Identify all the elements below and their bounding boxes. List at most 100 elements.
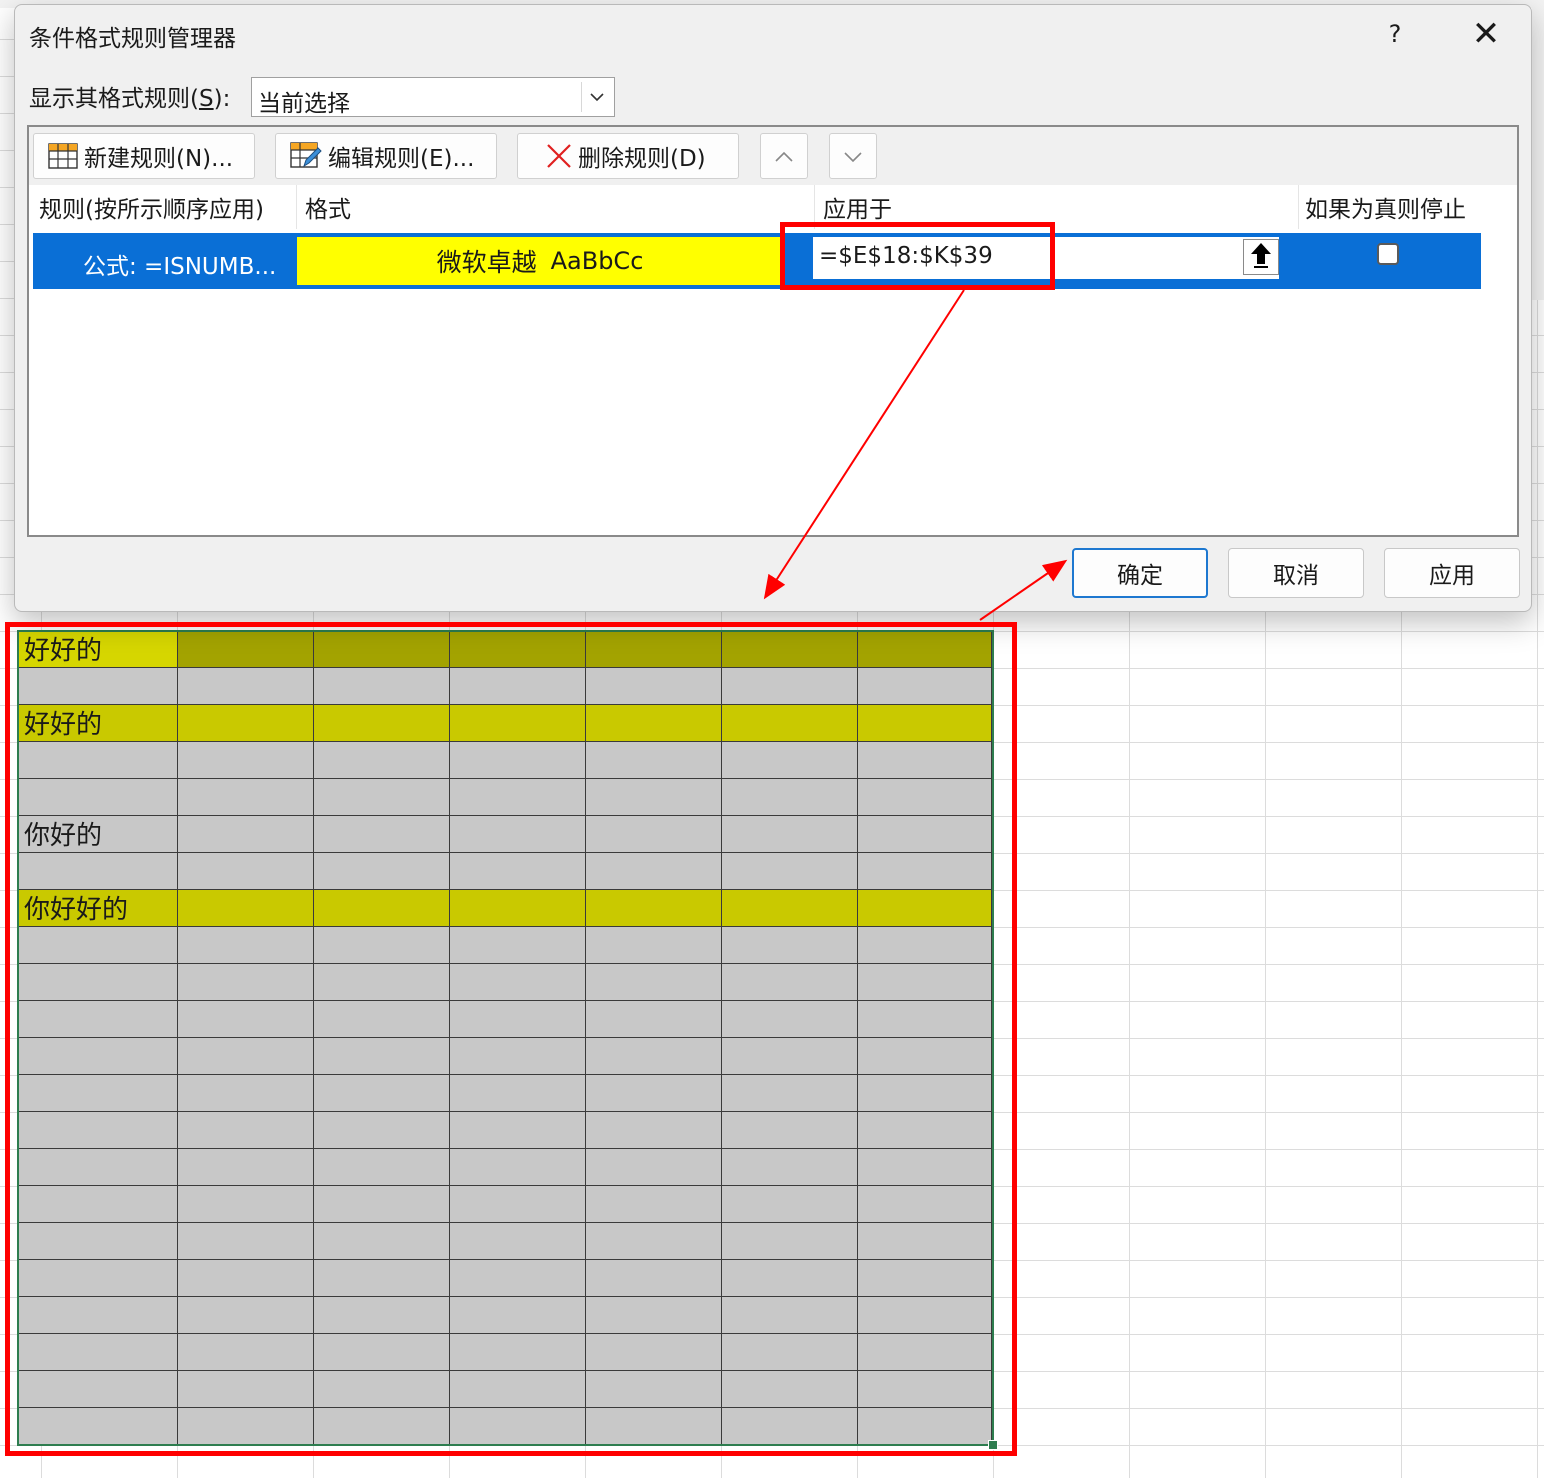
sheet-cell[interactable] (314, 1334, 450, 1371)
sheet-cell[interactable]: 你好的 (18, 816, 178, 853)
chevron-down-icon[interactable] (581, 82, 612, 112)
sheet-cell[interactable] (178, 1371, 314, 1408)
sheet-cell[interactable] (450, 927, 586, 964)
sheet-cell[interactable] (586, 631, 722, 668)
sheet-cell[interactable] (450, 816, 586, 853)
sheet-cell[interactable] (314, 1038, 450, 1075)
sheet-cell[interactable] (18, 1260, 178, 1297)
sheet-cell[interactable] (18, 1186, 178, 1223)
ok-button[interactable]: 确定 (1072, 548, 1208, 598)
sheet-cell[interactable] (314, 890, 450, 927)
sheet-cell[interactable] (314, 927, 450, 964)
sheet-cell[interactable] (314, 668, 450, 705)
apply-button[interactable]: 应用 (1384, 548, 1520, 598)
sheet-cell[interactable] (314, 816, 450, 853)
sheet-cell[interactable] (450, 668, 586, 705)
sheet-cell[interactable] (722, 1371, 858, 1408)
sheet-cell[interactable] (586, 1038, 722, 1075)
sheet-cell[interactable] (858, 1297, 992, 1334)
sheet-cell[interactable] (586, 1223, 722, 1260)
sheet-cell[interactable] (178, 927, 314, 964)
sheet-cell[interactable] (178, 779, 314, 816)
sheet-cell[interactable] (314, 1260, 450, 1297)
sheet-cell[interactable] (178, 1186, 314, 1223)
sheet-cell[interactable] (722, 853, 858, 890)
sheet-cell[interactable] (178, 631, 314, 668)
sheet-cell[interactable] (450, 1112, 586, 1149)
sheet-cell[interactable] (314, 964, 450, 1001)
sheet-cell[interactable] (178, 1038, 314, 1075)
sheet-cell[interactable] (722, 668, 858, 705)
sheet-cell[interactable] (586, 705, 722, 742)
collapse-dialog-button[interactable] (1243, 239, 1279, 275)
sheet-cell[interactable] (178, 1260, 314, 1297)
sheet-cell[interactable] (586, 1297, 722, 1334)
sheet-cell[interactable] (586, 816, 722, 853)
sheet-cell[interactable] (858, 1075, 992, 1112)
cancel-button[interactable]: 取消 (1228, 548, 1364, 598)
sheet-cell[interactable] (450, 1186, 586, 1223)
sheet-cell[interactable] (18, 668, 178, 705)
sheet-cell[interactable] (858, 1149, 992, 1186)
sheet-cell[interactable] (722, 1297, 858, 1334)
sheet-cell[interactable] (18, 1408, 178, 1445)
sheet-cell[interactable] (722, 1038, 858, 1075)
help-button[interactable]: ? (1373, 11, 1417, 57)
sheet-cell[interactable] (858, 1260, 992, 1297)
sheet-cell[interactable] (18, 1334, 178, 1371)
sheet-cell[interactable] (858, 1223, 992, 1260)
sheet-cell[interactable] (722, 927, 858, 964)
sheet-cell[interactable] (314, 742, 450, 779)
sheet-cell[interactable] (858, 927, 992, 964)
sheet-cell[interactable] (178, 1075, 314, 1112)
sheet-cell[interactable] (178, 668, 314, 705)
sheet-cell[interactable] (178, 1149, 314, 1186)
sheet-cell[interactable]: 好好的 (18, 631, 178, 668)
sheet-cell[interactable] (314, 1001, 450, 1038)
sheet-cell[interactable] (314, 1112, 450, 1149)
sheet-cell[interactable] (178, 742, 314, 779)
sheet-cell[interactable] (586, 779, 722, 816)
sheet-cell[interactable] (314, 779, 450, 816)
sheet-cell[interactable] (450, 1297, 586, 1334)
sheet-cell[interactable] (722, 1075, 858, 1112)
sheet-cell[interactable] (178, 1297, 314, 1334)
sheet-cell[interactable] (586, 1371, 722, 1408)
sheet-cell[interactable] (314, 1149, 450, 1186)
sheet-cell[interactable] (858, 890, 992, 927)
sheet-cell[interactable] (858, 1038, 992, 1075)
sheet-cell[interactable] (722, 1223, 858, 1260)
sheet-cell[interactable] (858, 964, 992, 1001)
delete-rule-button[interactable]: 删除规则(D) (517, 133, 739, 179)
sheet-cell[interactable] (178, 1112, 314, 1149)
show-rules-dropdown[interactable]: 当前选择 (251, 77, 615, 117)
sheet-cell[interactable] (178, 705, 314, 742)
sheet-cell[interactable]: 好好的 (18, 705, 178, 742)
sheet-cell[interactable] (18, 1038, 178, 1075)
sheet-cell[interactable] (858, 1371, 992, 1408)
sheet-cell[interactable] (178, 853, 314, 890)
sheet-cell[interactable] (18, 779, 178, 816)
sheet-cell[interactable] (18, 742, 178, 779)
sheet-cell[interactable] (18, 1112, 178, 1149)
sheet-cell[interactable] (450, 1260, 586, 1297)
sheet-cell[interactable] (722, 705, 858, 742)
sheet-cell[interactable] (586, 1186, 722, 1223)
sheet-cell[interactable] (586, 853, 722, 890)
close-button[interactable]: ✕ (1461, 11, 1511, 57)
sheet-cell[interactable] (18, 1371, 178, 1408)
sheet-cell[interactable] (722, 1408, 858, 1445)
sheet-cell[interactable] (18, 964, 178, 1001)
sheet-cell[interactable] (722, 1334, 858, 1371)
sheet-cell[interactable] (450, 1149, 586, 1186)
sheet-cell[interactable] (450, 742, 586, 779)
sheet-cell[interactable] (314, 1408, 450, 1445)
sheet-cell[interactable] (722, 1149, 858, 1186)
sheet-cell[interactable] (586, 1408, 722, 1445)
sheet-cell[interactable] (586, 742, 722, 779)
sheet-cell[interactable] (314, 1223, 450, 1260)
sheet-cell[interactable] (18, 927, 178, 964)
sheet-cell[interactable] (314, 631, 450, 668)
sheet-cell[interactable] (858, 1186, 992, 1223)
sheet-cell[interactable] (722, 1112, 858, 1149)
